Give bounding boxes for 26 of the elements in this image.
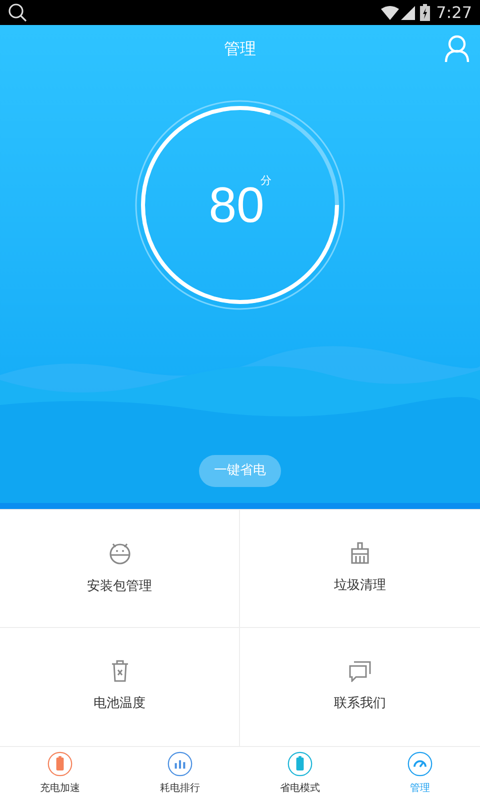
tile-label: 垃圾清理 [334,576,386,595]
wifi-icon [381,6,400,20]
battery-icon [420,4,430,21]
signal-icon [401,6,416,20]
menu-tile[interactable]: 安装包管理 [0,510,240,628]
android-icon [108,540,132,565]
trash-icon [110,660,128,682]
nav-tab[interactable]: 充电加速 [0,747,120,800]
broom-icon [349,542,371,564]
battery-icon [287,751,313,777]
search-icon[interactable] [8,2,28,22]
menu-tile[interactable]: 联系我们 [240,628,480,746]
menu-tile[interactable]: 电池温度 [0,628,240,746]
nav-tab[interactable]: 耗电排行 [120,747,240,800]
menu-tile[interactable]: 垃圾清理 [240,510,480,628]
tile-label: 安装包管理 [87,578,152,596]
score-unit: 分 [260,173,272,187]
nav-tab[interactable]: 省电模式 [240,747,360,800]
gauge-icon [407,751,433,777]
tile-label: 电池温度 [94,695,146,714]
clock-time: 7:27 [436,2,472,24]
battery-icon [47,751,73,777]
chat-icon [349,660,371,682]
bar-chart-icon [167,751,193,777]
header-title: 管理 [224,38,256,60]
tile-label: 联系我们 [334,694,386,713]
